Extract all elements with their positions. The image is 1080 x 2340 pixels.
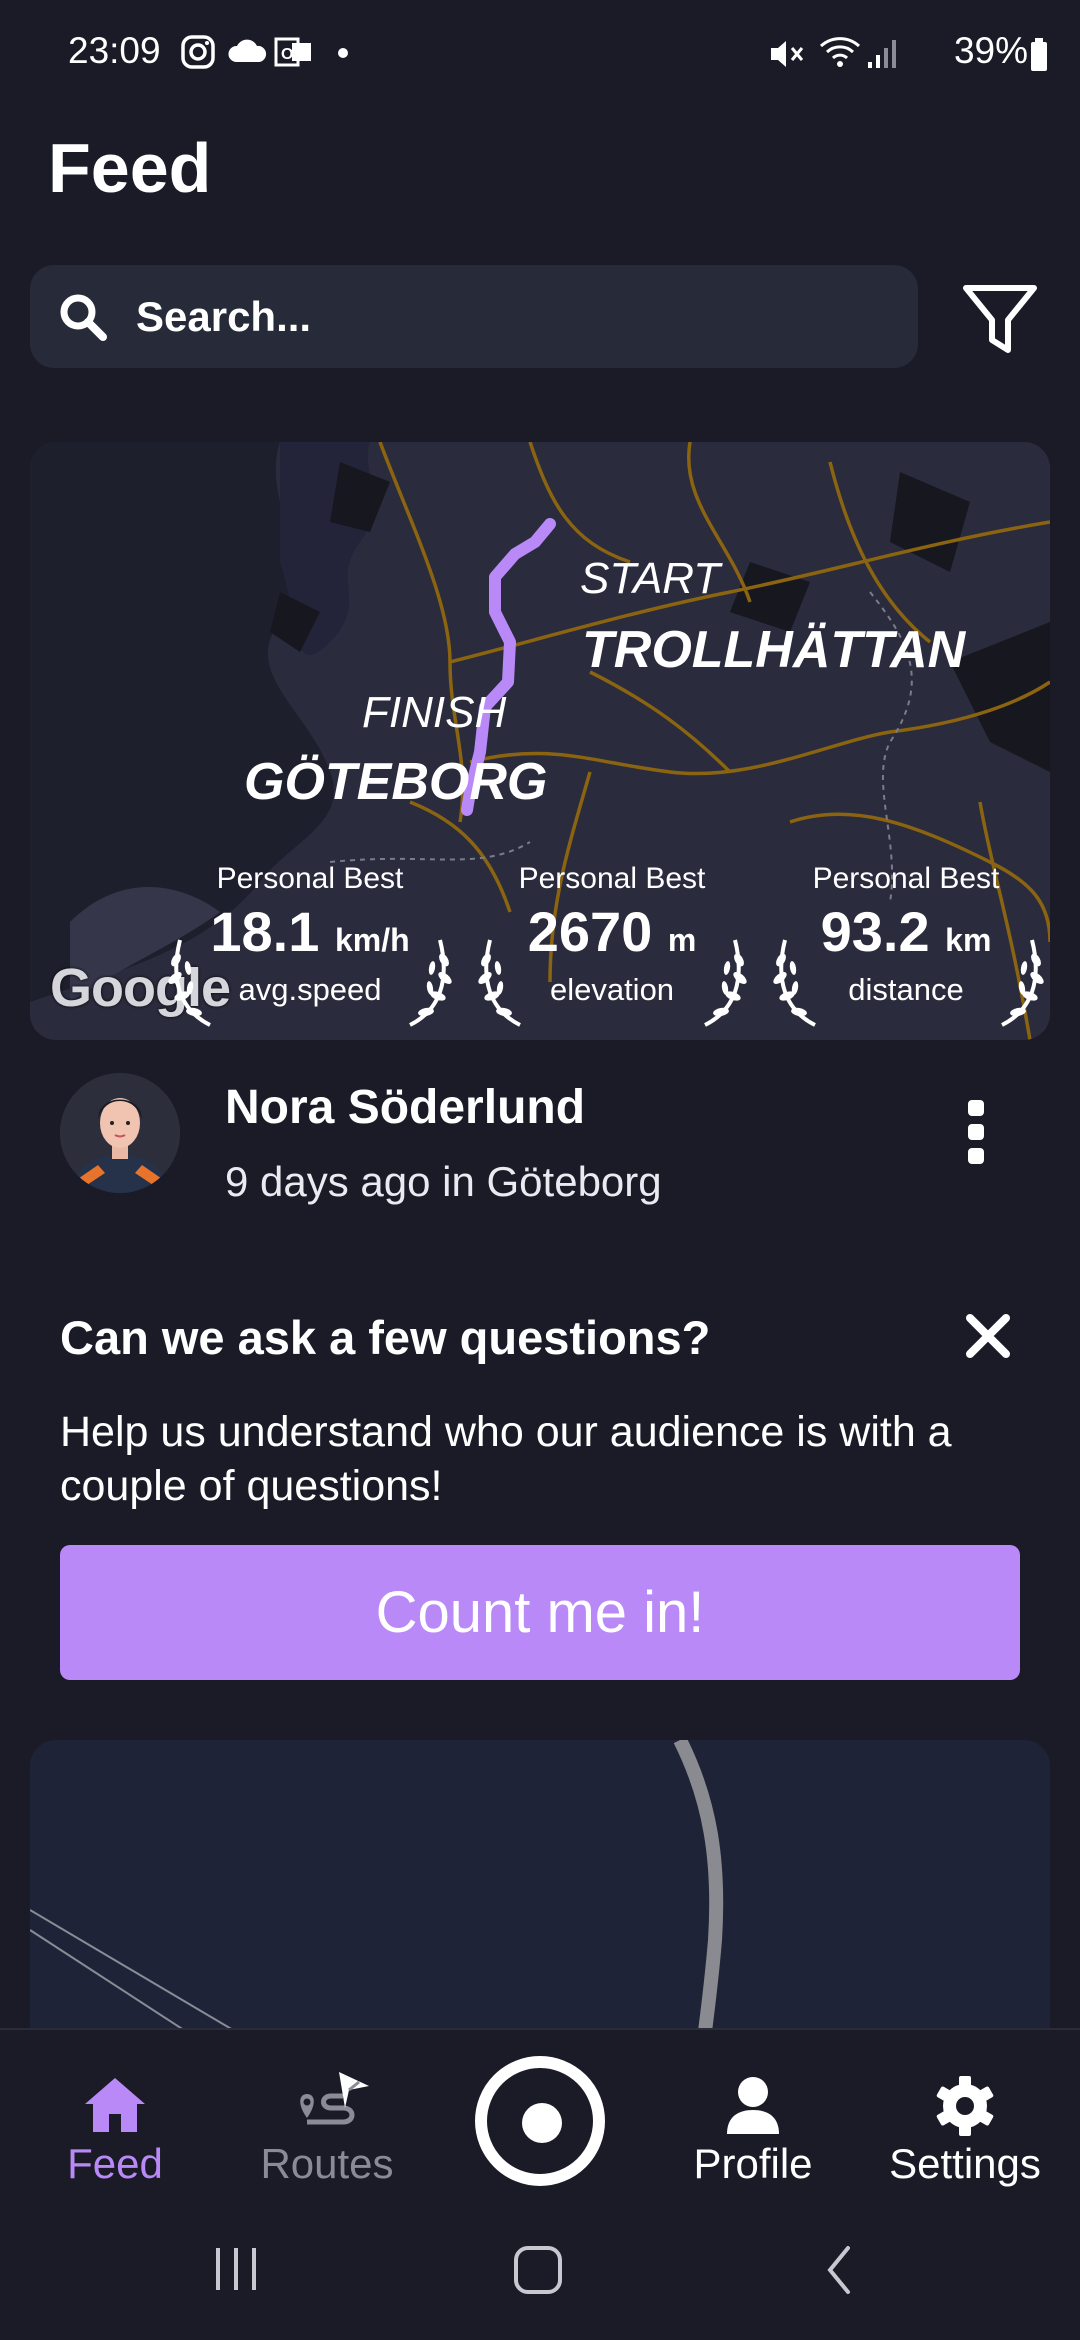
stat-unit: km	[945, 922, 992, 958]
search-input[interactable]	[136, 265, 876, 368]
nav-label: Profile	[693, 2140, 813, 2187]
stat-label: avg.speed	[238, 972, 382, 1007]
finish-city-label: GÖTEBORG	[244, 753, 548, 811]
start-city-label: TROLLHÄTTAN	[582, 621, 966, 679]
status-right: 39%	[680, 0, 1080, 110]
outlook-icon: O	[274, 37, 311, 67]
stat-value: 93.2	[820, 900, 930, 963]
stat-distance: Personal Best 93.2 km distance	[756, 862, 1050, 1008]
home-icon	[85, 2078, 145, 2132]
signal-icon	[868, 40, 896, 68]
recent-apps-button[interactable]	[210, 2242, 262, 2296]
survey-body: Help us understand who our audience is w…	[60, 1408, 952, 1510]
back-button[interactable]	[820, 2244, 860, 2298]
routes-icon	[300, 2072, 369, 2125]
survey-close-button[interactable]	[960, 1308, 1016, 1364]
avatar-image	[60, 1073, 180, 1193]
page-title: Feed	[48, 129, 212, 207]
mute-icon	[771, 41, 804, 67]
stat-label: elevation	[549, 972, 675, 1007]
author-name[interactable]: Nora Söderlund	[225, 1080, 585, 1135]
stat-unit: m	[667, 922, 697, 958]
system-nav-bar	[0, 2208, 1080, 2340]
search-icon	[60, 294, 107, 341]
nav-label: Routes	[260, 2140, 394, 2187]
stat-heading: Personal Best	[518, 862, 706, 895]
filter-button[interactable]	[958, 278, 1042, 358]
stat-value: 18.1	[210, 900, 320, 963]
nav-label: Settings	[889, 2140, 1041, 2187]
stat-heading: Personal Best	[216, 862, 404, 895]
stat-label: distance	[848, 972, 964, 1007]
bottom-nav: Feed Routes Profile Settings	[0, 2028, 1080, 2210]
status-bar: 23:09 O 39%	[0, 0, 1080, 110]
nav-label: Feed	[67, 2140, 163, 2187]
stat-elevation: Personal Best 2670 m elevation	[462, 862, 762, 1008]
wifi-icon	[819, 37, 861, 67]
avatar[interactable]	[60, 1073, 180, 1193]
gear-icon	[936, 2076, 994, 2136]
start-label: START	[580, 554, 721, 603]
stat-value-line: 18.1 km/h	[160, 902, 460, 970]
post-menu-button[interactable]	[948, 1096, 1004, 1168]
notification-dot-icon	[338, 48, 348, 58]
svg-text:O: O	[281, 46, 293, 63]
finish-label: FINISH	[362, 688, 507, 737]
nav-item-profile[interactable]: Profile	[653, 2030, 853, 2210]
filter-icon	[963, 285, 1037, 353]
search-bar[interactable]	[30, 265, 918, 368]
nav-item-routes[interactable]: Routes	[227, 2030, 427, 2210]
stat-value: 2670	[527, 900, 653, 963]
record-icon	[522, 2103, 562, 2143]
route-map-card[interactable]: START TROLLHÄTTAN FINISH GÖTEBORG Google	[30, 442, 1050, 1040]
close-icon	[966, 1314, 1010, 1358]
instagram-icon	[181, 35, 215, 69]
count-me-in-button[interactable]: Count me in!	[60, 1545, 1020, 1680]
nav-item-settings[interactable]: Settings	[865, 2030, 1065, 2210]
battery-percentage: 39%	[953, 30, 1028, 71]
nav-item-feed[interactable]: Feed	[15, 2030, 215, 2210]
cloud-icon	[228, 39, 267, 62]
home-button[interactable]	[512, 2244, 564, 2298]
stat-avg-speed: Personal Best 18.1 km/h avg.speed	[160, 862, 460, 1008]
stat-value-line: 93.2 km	[756, 902, 1050, 970]
post-meta: 9 days ago in Göteborg	[225, 1158, 662, 1205]
survey-title: Can we ask a few questions?	[60, 1311, 711, 1364]
stat-value-line: 2670 m	[462, 902, 762, 970]
status-time: 23:09	[68, 30, 161, 71]
stat-heading: Personal Best	[812, 862, 1000, 895]
stat-unit: km/h	[334, 922, 410, 958]
battery-icon	[1031, 38, 1047, 71]
record-button[interactable]	[475, 2056, 605, 2186]
person-icon	[727, 2077, 779, 2134]
more-vertical-icon	[968, 1100, 984, 1164]
